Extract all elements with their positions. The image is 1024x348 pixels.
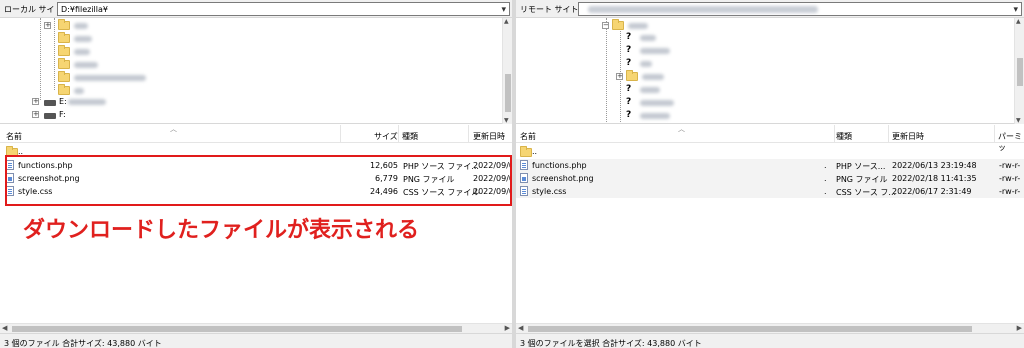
local-status-bar: 3 個のファイル 合計サイズ: 43,880 バイト	[0, 333, 512, 348]
file-name: style.css	[532, 187, 567, 196]
expand-icon[interactable]: +	[44, 22, 51, 29]
drive-icon	[44, 113, 56, 119]
column-name[interactable]: 名前	[6, 131, 22, 142]
unknown-folder-icon: ?	[626, 84, 632, 94]
file-date: 2022/06/13 23:19:48	[892, 161, 977, 170]
remote-site-bar: リモート サイト: ▾	[516, 0, 1024, 18]
folder-icon	[58, 58, 70, 69]
file-type: CSS ソース フ...	[836, 188, 897, 197]
remote-directory-tree: − ? ? ? + ? ? ?	[516, 18, 1024, 124]
local-site-bar: ローカル サイト: D:¥filezilla¥ ▾	[0, 0, 512, 18]
file-date: 2022/02/18 11:41:35	[892, 174, 977, 183]
remote-list-hscrollbar[interactable]: ◀ ▶	[516, 323, 1024, 333]
local-directory-tree: + + E: + F:	[0, 18, 512, 124]
folder-icon	[612, 19, 624, 30]
file-type: PNG ファイル	[836, 175, 888, 184]
png-file-icon	[520, 173, 528, 183]
column-name[interactable]: 名前	[520, 131, 536, 142]
highlight-box	[5, 155, 512, 206]
folder-icon	[520, 146, 532, 157]
remote-pane: リモート サイト: ▾ − ? ? ? + ? ? ? ▲ ▼ 名前 ︿ 種類 …	[516, 0, 1024, 348]
column-size[interactable]: サイズ	[374, 131, 398, 142]
drive-icon	[44, 100, 56, 106]
column-modified[interactable]: 更新日時	[473, 131, 505, 142]
file-size: .	[824, 161, 827, 170]
drive-label-f: F:	[59, 110, 66, 119]
table-row[interactable]: screenshot.png . PNG ファイル 2022/02/18 11:…	[516, 172, 1024, 185]
unknown-folder-icon: ?	[626, 45, 632, 55]
unknown-folder-icon: ?	[626, 58, 632, 68]
unknown-folder-icon: ?	[626, 97, 632, 107]
php-file-icon	[520, 160, 528, 170]
table-row[interactable]: functions.php . PHP ソース... 2022/06/13 23…	[516, 159, 1024, 172]
local-list-hscrollbar[interactable]: ◀ ▶	[0, 323, 512, 333]
parent-dir-label: ..	[532, 147, 538, 156]
drive-label-e: E:	[59, 97, 67, 106]
file-permissions: -rw-r-	[999, 174, 1021, 183]
css-file-icon	[520, 186, 528, 196]
local-site-path-input[interactable]: D:¥filezilla¥ ▾	[57, 2, 510, 16]
column-type[interactable]: 種類	[836, 131, 852, 142]
file-date: 2022/06/17 2:31:49	[892, 187, 972, 196]
remote-tree-scrollbar[interactable]: ▲ ▼	[1014, 18, 1024, 124]
remote-file-list: 名前 ︿ 種類 更新日時 パーミッ .. functions.php . PHP…	[516, 125, 1024, 333]
local-site-path-value: D:¥filezilla¥	[61, 5, 108, 14]
remote-site-label: リモート サイト:	[520, 5, 582, 14]
file-permissions: -rw-r-	[999, 161, 1021, 170]
folder-icon	[58, 19, 70, 30]
parent-dir-row[interactable]: ..	[516, 145, 1024, 158]
remote-site-path-input[interactable]: ▾	[578, 2, 1022, 16]
column-modified[interactable]: 更新日時	[892, 131, 924, 142]
file-name: functions.php	[532, 161, 587, 170]
unknown-folder-icon: ?	[626, 110, 632, 120]
folder-icon	[626, 70, 638, 81]
file-type: PHP ソース...	[836, 162, 886, 171]
file-size: .	[824, 174, 827, 183]
folder-icon	[58, 32, 70, 43]
file-permissions: -rw-r-	[999, 187, 1021, 196]
sort-caret-icon: ︿	[678, 125, 685, 133]
remote-status-text: 3 個のファイルを選択 合計サイズ: 43,880 バイト	[520, 339, 702, 348]
folder-icon	[58, 84, 70, 95]
local-tree-scrollbar[interactable]: ▲ ▼	[502, 18, 512, 124]
table-row[interactable]: style.css . CSS ソース フ... 2022/06/17 2:31…	[516, 185, 1024, 198]
chevron-down-icon[interactable]: ▾	[501, 5, 506, 16]
annotation-caption: ダウンロードしたファイルが表示される	[23, 218, 420, 243]
remote-column-header: 名前 ︿ 種類 更新日時 パーミッ	[516, 125, 1024, 152]
expand-icon[interactable]: +	[616, 73, 623, 80]
collapse-icon[interactable]: −	[602, 22, 609, 29]
remote-status-bar: 3 個のファイルを選択 合計サイズ: 43,880 バイト	[516, 333, 1024, 348]
sort-caret-icon: ︿	[170, 125, 177, 133]
folder-icon	[58, 45, 70, 56]
expand-icon[interactable]: +	[32, 98, 39, 105]
column-type[interactable]: 種類	[402, 131, 418, 142]
local-column-header: 名前 ︿ サイズ 種類 更新日時	[0, 125, 512, 143]
chevron-down-icon[interactable]: ▾	[1013, 5, 1018, 16]
unknown-folder-icon: ?	[626, 32, 632, 42]
file-size: .	[824, 187, 827, 196]
local-status-text: 3 個のファイル 合計サイズ: 43,880 バイト	[4, 339, 162, 348]
expand-icon[interactable]: +	[32, 111, 39, 118]
folder-icon	[58, 71, 70, 82]
file-name: screenshot.png	[532, 174, 594, 183]
